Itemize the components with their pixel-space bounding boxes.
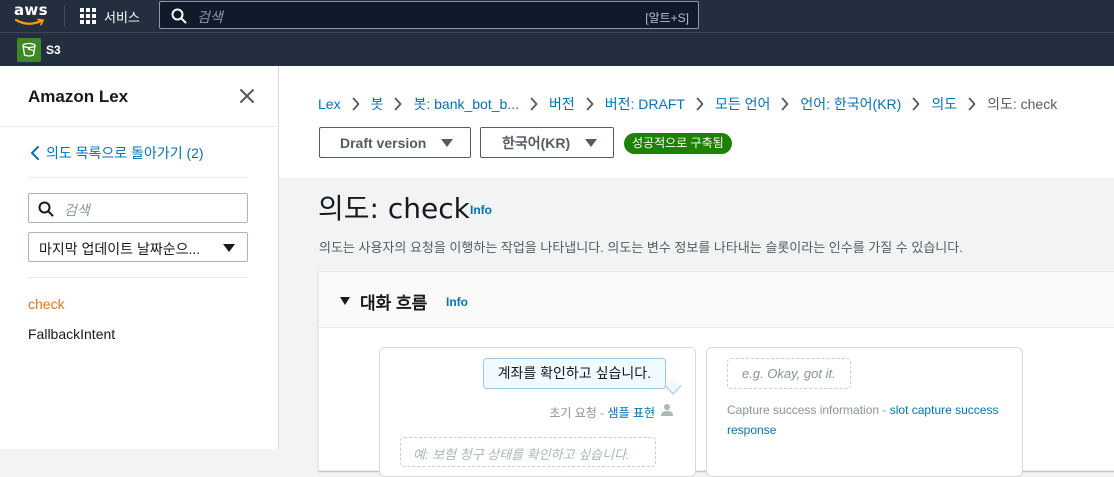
language-dropdown-label: 한국어(KR) — [502, 134, 571, 151]
search-shortcut-hint: [알트+S] — [645, 11, 689, 25]
breadcrumb-item: 의도: check — [987, 96, 1058, 112]
intent-description: 의도는 사용자의 요청을 이행하는 작업을 나타냅니다. 의도는 변수 정보를 … — [319, 240, 963, 255]
version-dropdown[interactable]: Draft version — [319, 127, 471, 158]
services-menu-button[interactable]: 서비스 — [80, 5, 140, 27]
top-navigation: aws 서비스 검색 [알트+S] — [0, 0, 1114, 32]
conversation-flow-header[interactable]: 대화 흐름 Info — [319, 272, 1114, 328]
side-nav-divider — [28, 177, 248, 178]
slot-capture-card: e.g. Okay, got it. Capture success infor… — [706, 347, 1023, 477]
side-nav-title: Amazon Lex — [28, 87, 129, 106]
chevron-right-icon — [781, 97, 789, 111]
language-dropdown[interactable]: 한국어(KR) — [480, 127, 614, 158]
intent-search-input[interactable]: 검색 — [28, 193, 248, 223]
side-navigation: Amazon Lex 의도 목록으로 돌아가기 (2) 검색 마지막 업데이트 … — [0, 66, 279, 449]
breadcrumb-item[interactable]: 의도 — [931, 94, 957, 114]
chevron-right-icon — [394, 97, 402, 111]
breadcrumb-item[interactable]: 버전 — [549, 94, 575, 114]
aws-logo[interactable]: aws — [14, 3, 50, 29]
initial-request-meta: 초기 요청 - 샘플 표현 — [549, 404, 655, 421]
s3-icon[interactable] — [17, 38, 41, 62]
intent-info-link[interactable]: Info — [470, 203, 492, 217]
grid-icon — [80, 8, 96, 24]
main-header: Lex 봇 봇: bank_bot_b... 버전 버전: DRAFT 모든 언어 언어: … — [279, 66, 1114, 179]
chevron-right-icon — [586, 97, 594, 111]
intent-search-placeholder: 검색 — [64, 202, 90, 218]
chevron-right-icon — [968, 97, 976, 111]
sample-utterances-link[interactable]: 샘플 표현 — [608, 406, 656, 420]
side-nav-divider — [0, 126, 279, 127]
sort-select[interactable]: 마지막 업데이트 날짜순으... — [28, 232, 248, 262]
breadcrumb-item[interactable]: 봇 — [371, 94, 384, 114]
aws-logo-text: aws — [14, 1, 48, 19]
search-icon — [171, 8, 187, 24]
meta-prefix: 초기 요청 - — [549, 406, 605, 420]
response-placeholder-bubble[interactable]: 예: 보험 청구 상태를 확인하고 싶습니다. — [400, 437, 656, 467]
intent-item-check[interactable]: check — [28, 296, 65, 312]
caret-down-icon — [585, 139, 597, 147]
aws-smile-icon — [14, 18, 45, 26]
nav-divider — [64, 5, 65, 27]
breadcrumb: Lex 봇 봇: bank_bot_b... 버전 버전: DRAFT 모든 언어 언어: … — [318, 94, 1057, 114]
intent-item-fallbackintent[interactable]: FallbackIntent — [28, 326, 115, 342]
caret-down-icon — [441, 139, 453, 147]
breadcrumb-item[interactable]: 버전: DRAFT — [605, 94, 685, 114]
side-nav-divider — [28, 277, 248, 278]
initial-request-card: 계좌를 확인하고 싶습니다. 초기 요청 - 샘플 표현 예: 보험 청구 상태… — [379, 347, 696, 477]
chevron-right-icon — [696, 97, 704, 111]
close-icon[interactable] — [237, 86, 257, 106]
caret-down-icon — [223, 244, 235, 252]
breadcrumb-item[interactable]: 모든 언어 — [715, 94, 770, 114]
breadcrumb-item[interactable]: Lex — [318, 96, 341, 112]
chevron-right-icon — [352, 97, 360, 111]
build-status-badge: 성공적으로 구축됨 — [624, 133, 732, 154]
sort-select-value: 마지막 업데이트 날짜순으... — [39, 241, 201, 257]
chevron-right-icon — [530, 97, 538, 111]
main-content: 의도: check Info 의도는 사용자의 요청을 이행하는 작업을 나타냅… — [279, 180, 1114, 477]
search-placeholder: 검색 — [197, 9, 223, 25]
version-dropdown-label: Draft version — [340, 134, 427, 151]
conversation-flow-panel: 대화 흐름 Info 계좌를 확인하고 싶습니다. 초기 요청 - 샘플 표현 … — [318, 271, 1114, 477]
bubble-tail — [664, 377, 682, 395]
success-response-bubble[interactable]: e.g. Okay, got it. — [727, 358, 851, 389]
chevron-left-icon — [31, 146, 39, 160]
conversation-flow-info-link[interactable]: Info — [446, 295, 468, 309]
caption-prefix: Capture success information - — [727, 403, 887, 417]
caret-down-icon[interactable] — [340, 297, 350, 305]
sample-utterance-bubble[interactable]: 계좌를 확인하고 싶습니다. — [482, 358, 666, 389]
back-to-intents-link[interactable]: 의도 목록으로 돌아가기 (2) — [30, 143, 204, 163]
breadcrumb-item[interactable]: 언어: 한국어(KR) — [800, 94, 901, 114]
services-label: 서비스 — [104, 9, 140, 25]
search-icon — [38, 201, 54, 217]
bucket-icon — [22, 42, 36, 57]
user-icon — [661, 404, 673, 416]
conversation-flow-title: 대화 흐름 — [360, 294, 428, 313]
back-link-label: 의도 목록으로 돌아가기 (2) — [46, 145, 204, 161]
service-favorites-bar: S3 — [0, 32, 1114, 66]
page-title: 의도: check — [318, 192, 470, 225]
breadcrumb-item[interactable]: 봇: bank_bot_b... — [413, 94, 519, 114]
chevron-right-icon — [912, 97, 920, 111]
capture-success-caption: Capture success information - slot captu… — [727, 400, 1017, 440]
global-search-input[interactable]: 검색 [알트+S] — [159, 1, 699, 29]
s3-service-link[interactable]: S3 — [46, 43, 61, 57]
